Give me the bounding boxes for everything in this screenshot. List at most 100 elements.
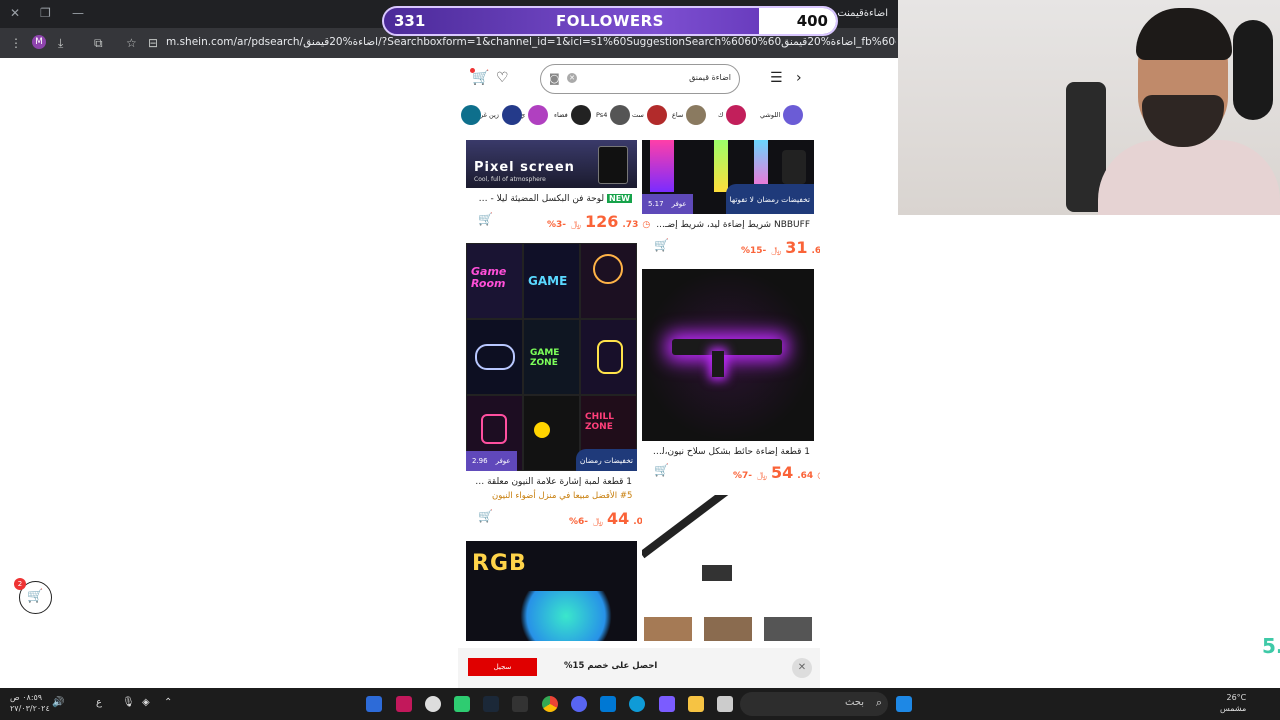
- app-icon-grey[interactable]: [717, 696, 733, 712]
- search-input[interactable]: ◙ ✕ اضاءة قيمنق: [540, 64, 740, 94]
- category-chip[interactable]: فضاء: [554, 105, 591, 125]
- outlook-icon[interactable]: [366, 696, 382, 712]
- category-chip-thumb: [461, 105, 481, 125]
- neon-tile-8: [523, 395, 580, 471]
- category-chip-label: اللوشي: [760, 111, 781, 119]
- epic-games-icon[interactable]: [512, 696, 528, 712]
- weather-temp: 26°C: [1226, 693, 1247, 702]
- p3-strip: 2.96 عوفر: [466, 451, 517, 471]
- file-explorer-icon[interactable]: [688, 696, 704, 712]
- cart-count-badge: 2: [14, 578, 26, 590]
- taskbar-date: ٢٧/٠٣/٢٠٢٤: [10, 704, 50, 713]
- product-image-p3[interactable]: Game Room GAME GAME ZONE CHILL ZONE 2.96…: [466, 243, 637, 471]
- language-indicator[interactable]: ع: [96, 697, 102, 708]
- thumb-2: [704, 617, 752, 641]
- category-chip[interactable]: ي: [520, 105, 549, 125]
- close-promo-icon[interactable]: ✕: [792, 658, 812, 678]
- taskbar-weather[interactable]: 26°C مشمس: [1220, 692, 1246, 714]
- add-to-cart-p1-icon[interactable]: 🛒: [478, 212, 496, 228]
- store-icon[interactable]: [600, 696, 616, 712]
- register-button[interactable]: سجيل: [468, 658, 537, 676]
- category-chip-thumb: [610, 105, 631, 125]
- p2-strip: 5.17 عوفر: [642, 194, 693, 214]
- profile-avatar[interactable]: M: [32, 35, 46, 49]
- p4-title[interactable]: 1 قطعة إضاءة حائط بشكل سلاح نيون،لل...: [648, 447, 810, 457]
- clear-search-icon[interactable]: ✕: [567, 73, 577, 83]
- category-chip[interactable]: ك: [718, 105, 747, 125]
- p1-title[interactable]: NEW لوحة فن البكسل المضيئة ليلًا - شا...: [472, 194, 632, 204]
- sar-icon: ﷼: [571, 220, 581, 230]
- neon-tile-3: [580, 243, 637, 319]
- edge-icon[interactable]: [629, 696, 645, 712]
- back-arrow-icon[interactable]: ›: [796, 70, 802, 86]
- camera-search-icon[interactable]: ◙: [549, 72, 560, 85]
- menu-dots-icon[interactable]: ⋮: [10, 36, 22, 50]
- cart-icon[interactable]: 🛒: [472, 70, 489, 86]
- restore-window-icon[interactable]: ❐: [40, 6, 51, 20]
- chrome-icon[interactable]: [542, 696, 558, 712]
- neon-tile-6: [580, 319, 637, 395]
- extensions-icon[interactable]: ⧉: [94, 36, 103, 51]
- rifle-grip: [712, 351, 724, 377]
- p4-price-int: 54: [770, 463, 794, 482]
- category-chip-thumb: [646, 105, 667, 125]
- followers-label: FOLLOWERS: [556, 12, 664, 30]
- site-info-icon[interactable]: ⊟: [148, 36, 158, 50]
- ramadan-badge-p3: تخفيضات رمضان: [575, 449, 637, 471]
- category-chip[interactable]: Ps4: [596, 105, 631, 125]
- tray-app-icon[interactable]: ◈: [142, 697, 150, 708]
- cart-dot: [470, 68, 475, 73]
- product-image-p1[interactable]: Pixel screen Cool, full of atmosphere: [466, 140, 637, 188]
- app-icon-red[interactable]: [396, 696, 412, 712]
- category-chip[interactable]: ست: [632, 105, 667, 125]
- app-icon-green[interactable]: [454, 696, 470, 712]
- p1-price: %3- ﷼ 126 .73 ◷: [546, 212, 650, 231]
- taskbar-clock[interactable]: ٠٨:٥٩ ص ٢٧/٠٣/٢٠٢٤: [10, 692, 50, 714]
- category-chip[interactable]: ساع: [672, 105, 707, 125]
- thumb-3: [764, 617, 812, 641]
- volume-icon[interactable]: 🔊: [52, 697, 64, 708]
- p2-strip-prefix: عوفر: [671, 200, 687, 208]
- bookmark-star-icon[interactable]: ☆: [126, 36, 137, 50]
- product-image-p6[interactable]: [642, 495, 814, 641]
- settings-gear-icon[interactable]: [425, 696, 441, 712]
- windows-start-icon[interactable]: [896, 696, 912, 712]
- hamburger-menu-icon[interactable]: ☰: [770, 70, 783, 86]
- p3-discount: %6-: [569, 517, 589, 527]
- product-image-p2[interactable]: 5.17 عوفر لا تفوتها تخفيضات رمضان: [642, 140, 814, 214]
- add-to-cart-p4-icon[interactable]: 🛒: [654, 463, 672, 479]
- discord-icon[interactable]: [571, 696, 587, 712]
- category-chip-label: ساع: [672, 111, 684, 119]
- wishlist-heart-icon[interactable]: ♡: [496, 70, 509, 86]
- add-to-cart-p2-icon[interactable]: 🛒: [654, 238, 672, 254]
- p4-discount: %7-: [733, 471, 753, 481]
- p3-rank[interactable]: #5 الأفضل مبيعا في منزل أضواء النيون: [492, 491, 632, 501]
- steam-icon[interactable]: [483, 696, 499, 712]
- p3-strip-prefix: عوفر: [495, 457, 511, 465]
- taskbar-time: ٠٨:٥٩ ص: [10, 693, 43, 702]
- neon-tile-1: Game Room: [466, 243, 523, 319]
- category-chip-thumb: [570, 105, 591, 125]
- category-chip[interactable]: [458, 105, 481, 125]
- close-window-icon[interactable]: ✕: [10, 6, 20, 20]
- microphone-icon[interactable]: 🎙: [122, 697, 135, 708]
- phone-graphic: [598, 146, 628, 184]
- minimize-window-icon[interactable]: —: [72, 6, 84, 20]
- url-field[interactable]: m.shein.com/ar/pdsearch/اضاءة%20قيمنق/?S…: [166, 36, 896, 48]
- p2-title[interactable]: NBBUFF شريط إضاءة ليد، شريط إضـ...: [648, 220, 810, 230]
- download-icon[interactable]: ⤓: [58, 36, 63, 51]
- p3-strip-price: 2.96: [472, 457, 488, 465]
- phone-graphic-p2: [782, 150, 806, 184]
- windows-taskbar: ٠٨:٥٩ ص ٢٧/٠٣/٢٠٢٤ 🔊 ع 🎙 ◈ ⌃ بحث ⌕ 26°C …: [0, 688, 1280, 720]
- tray-expand-icon[interactable]: ⌃: [164, 697, 172, 708]
- p3-title[interactable]: 1 قطعة لمبة إشارة علامة النيون معلقة ديك…: [472, 477, 632, 487]
- product-image-p4[interactable]: [642, 269, 814, 441]
- taskbar-search[interactable]: بحث ⌕: [740, 692, 888, 716]
- category-chip[interactable]: اللوشي: [760, 105, 804, 125]
- add-to-cart-p3-icon[interactable]: 🛒: [478, 509, 496, 525]
- floating-cart-button[interactable]: 2 🛒: [14, 578, 52, 614]
- p4-price: %7- ﷼ 54 .64 ◷: [732, 463, 820, 482]
- category-chip-thumb: [726, 105, 747, 125]
- copilot-icon[interactable]: [659, 696, 675, 712]
- product-image-p5[interactable]: RGB: [466, 541, 637, 641]
